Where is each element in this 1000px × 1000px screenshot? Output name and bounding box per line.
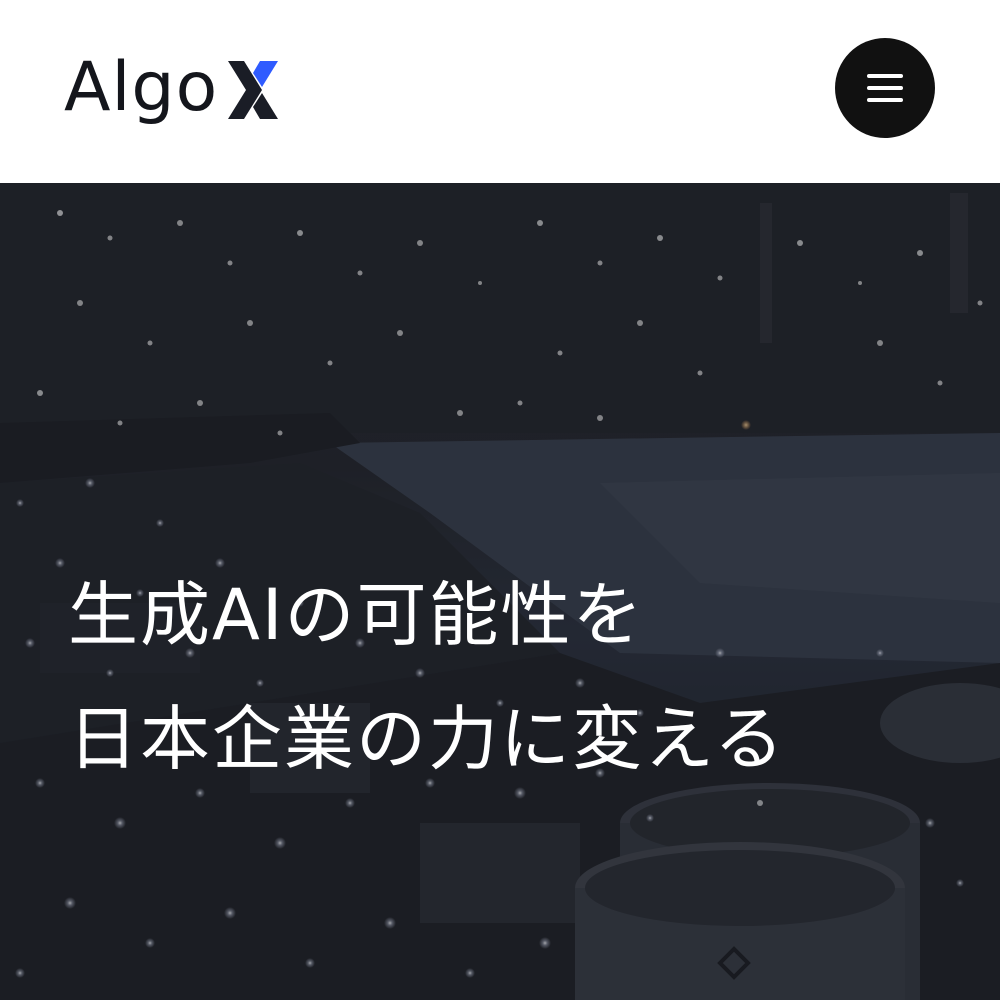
logo-text: Algo bbox=[64, 48, 219, 127]
menu-line bbox=[867, 74, 903, 78]
site-header: Algo bbox=[0, 0, 1000, 183]
hero-headline-line-2: 日本企業の力に変える bbox=[68, 698, 786, 780]
hamburger-menu-icon bbox=[867, 74, 903, 102]
page: Algo 生成AIの可能性を 日本企業の力に変える bbox=[0, 0, 1000, 1000]
hero-headline: 生成AIの可能性を 日本企業の力に変える bbox=[68, 553, 968, 801]
hero-headline-line-1: 生成AIの可能性を bbox=[68, 574, 645, 656]
hero-section: 生成AIの可能性を 日本企業の力に変える bbox=[0, 183, 1000, 1000]
algox-logo[interactable]: Algo bbox=[64, 40, 284, 136]
menu-line bbox=[867, 86, 903, 90]
menu-button[interactable] bbox=[835, 38, 935, 138]
logo-x-mark-icon bbox=[228, 61, 279, 119]
menu-line bbox=[867, 98, 903, 102]
